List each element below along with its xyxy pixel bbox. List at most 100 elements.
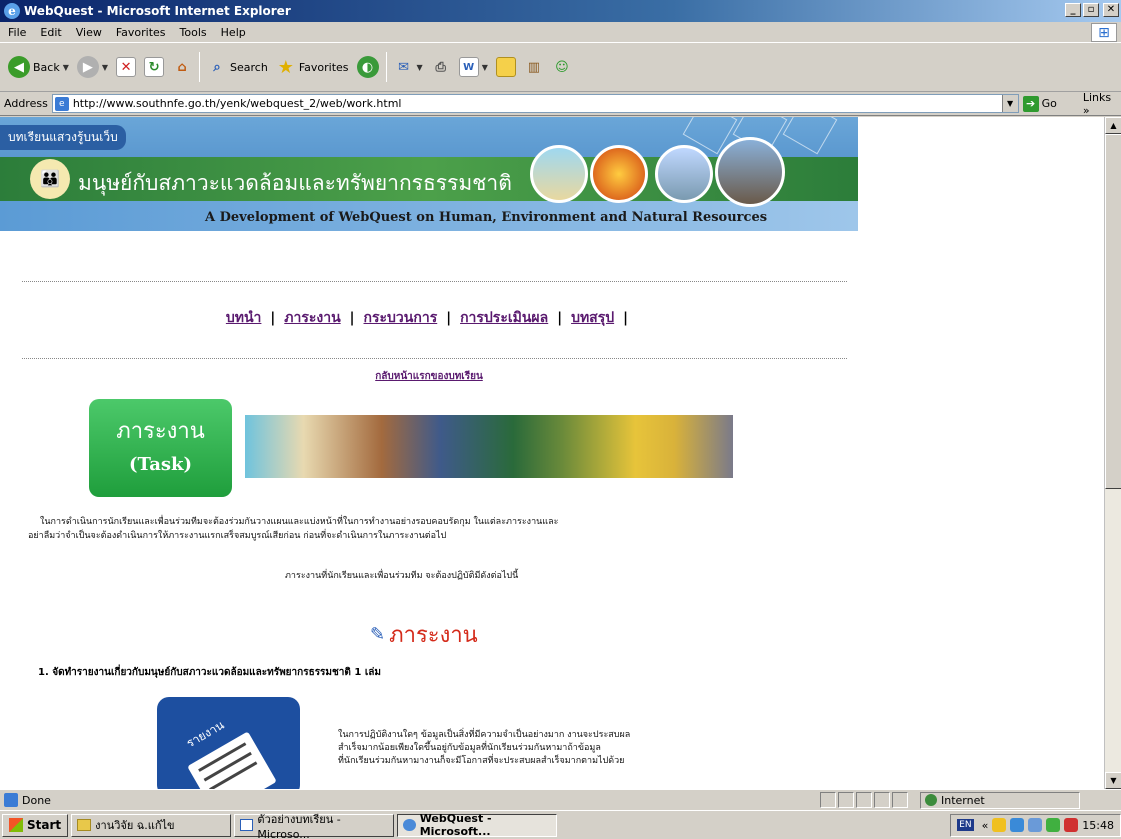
chevron-down-icon[interactable]: ▼ <box>102 63 108 72</box>
go-button[interactable]: ➔ Go <box>1022 95 1057 112</box>
folder-button[interactable] <box>492 49 520 85</box>
folder-icon <box>495 57 516 77</box>
window-title-bar[interactable]: e WebQuest - Microsoft Internet Explorer… <box>0 0 1121 22</box>
close-button[interactable]: ✕ <box>1103 3 1119 17</box>
clock: 15:48 <box>1082 818 1114 832</box>
vertical-scrollbar[interactable]: ▲ ▼ <box>1104 117 1121 789</box>
address-url: http://www.southnfe.go.th/yenk/webquest_… <box>72 97 402 110</box>
taskbar-item-label: WebQuest - Microsoft... <box>419 812 492 838</box>
security-shield-icon[interactable] <box>992 818 1007 832</box>
folder-icon <box>77 819 92 831</box>
favorites-label: Favorites <box>298 60 349 74</box>
mail-button[interactable]: ✉ ▼ <box>390 49 427 85</box>
messenger-icon[interactable] <box>1046 818 1061 832</box>
start-label: Start <box>27 818 62 832</box>
address-input[interactable]: e http://www.southnfe.go.th/yenk/webques… <box>51 94 1019 113</box>
bird-photo-circle <box>655 145 713 203</box>
security-zone: Internet <box>920 791 1080 809</box>
taskbar-item-webquest[interactable]: WebQuest - Microsoft... <box>397 812 558 838</box>
messenger-icon: ☺ <box>555 59 569 75</box>
status-cell <box>892 792 908 808</box>
nav-task-link[interactable]: ภาระงาน <box>284 310 340 326</box>
taskbar-item-word-document[interactable]: ตัวอย่างบทเรียน - Microso... <box>234 813 395 839</box>
toolbar-separator <box>385 52 387 82</box>
task-heading: ✎ ภาระงาน <box>370 617 478 652</box>
display-icon[interactable] <box>1028 818 1043 832</box>
dotted-divider <box>22 358 847 359</box>
taskbar-item-research-folder[interactable]: งานวิจัย ฉ.แก้ไข <box>71 813 232 837</box>
antivirus-icon[interactable] <box>1064 818 1079 832</box>
chevron-down-icon[interactable]: ▼ <box>417 63 423 72</box>
messenger-button[interactable]: ☺ <box>548 49 576 85</box>
start-button[interactable]: Start <box>2 813 69 837</box>
window-title: WebQuest - Microsoft Internet Explorer <box>24 4 291 18</box>
nav-separator: | <box>349 310 355 326</box>
media-icon: ◐ <box>356 56 379 78</box>
windows-flag-icon: ⊞ <box>1091 23 1117 42</box>
menu-view[interactable]: View <box>69 26 109 39</box>
minimize-button[interactable]: _ <box>1065 3 1081 17</box>
nav-process-link[interactable]: กระบวนการ <box>364 310 438 326</box>
back-arrow-icon: ◀ <box>8 56 30 78</box>
task-item-1-description: ในการปฏิบัติงานใดๆ ข้อมูลเป็นสิ่งที่มีคว… <box>338 729 630 768</box>
scroll-thumb[interactable] <box>1105 134 1121 489</box>
print-button[interactable]: ⎙ <box>427 49 455 85</box>
stop-button[interactable]: ✕ <box>112 49 140 85</box>
favorites-button[interactable]: ★ Favorites <box>272 49 353 85</box>
pencil-icon: ✎ <box>370 624 386 645</box>
refresh-icon: ↻ <box>144 57 165 77</box>
zone-label: Internet <box>941 793 985 807</box>
beach-photo-circle <box>530 145 588 203</box>
menu-tools[interactable]: Tools <box>173 26 214 39</box>
system-tray: EN « 15:48 <box>950 813 1121 837</box>
network-icon[interactable] <box>1010 818 1025 832</box>
menu-help[interactable]: Help <box>214 26 253 39</box>
status-cell <box>820 792 836 808</box>
links-button[interactable]: Links » <box>1083 91 1121 117</box>
scroll-up-button[interactable]: ▲ <box>1105 117 1121 134</box>
search-button[interactable]: ⌕ Search <box>203 49 272 85</box>
nav-conclusion-link[interactable]: บทสรุป <box>571 310 614 326</box>
menu-file[interactable]: File <box>0 26 33 39</box>
taskbar-item-label: ตัวอย่างบทเรียน - Microso... <box>257 812 341 839</box>
stop-icon: ✕ <box>116 57 137 77</box>
internet-globe-icon <box>925 794 937 806</box>
menu-edit[interactable]: Edit <box>33 26 68 39</box>
forward-button[interactable]: ▶ ▼ <box>73 49 112 85</box>
back-to-home-link[interactable]: กลับหน้าแรกของบทเรียน <box>0 369 858 384</box>
window-controls: _ ▫ ✕ <box>1065 3 1119 17</box>
chevron-down-icon[interactable]: ▼ <box>1001 95 1018 112</box>
search-icon: ⌕ <box>213 59 221 75</box>
media-button[interactable]: ◐ <box>353 49 383 85</box>
address-bar: Address e http://www.southnfe.go.th/yenk… <box>0 91 1121 117</box>
language-indicator[interactable]: EN <box>957 819 974 831</box>
nav-separator: | <box>446 310 452 326</box>
refresh-button[interactable]: ↻ <box>140 49 168 85</box>
chevron-down-icon[interactable]: ▼ <box>63 63 69 72</box>
nav-introduction-link[interactable]: บทนำ <box>226 310 262 326</box>
nature-photo-strip <box>245 415 733 478</box>
edit-button[interactable]: W ▼ <box>455 49 492 85</box>
description-line3: ที่นักเรียนร่วมกันหามางานก็จะมีโอกาสที่จ… <box>338 756 625 766</box>
page-done-icon <box>4 793 18 807</box>
taskbar-item-label: งานวิจัย ฉ.แก้ไข <box>95 819 175 832</box>
tray-expand-icon[interactable]: « <box>982 819 989 832</box>
mail-icon: ✉ <box>398 59 409 75</box>
page-viewport[interactable]: บทเรียนแสวงรู้บนเว็บ 👪 มนุษย์กับสภาวะแวด… <box>0 117 1104 789</box>
menu-bar: File Edit View Favorites Tools Help ⊞ <box>0 22 1121 43</box>
task-title-box: ภาระงาน (Task) <box>89 399 232 497</box>
nav-evaluation-link[interactable]: การประเมินผล <box>460 310 548 326</box>
sunset-photo-circle <box>590 145 648 203</box>
scroll-down-button[interactable]: ▼ <box>1105 772 1121 789</box>
restore-button[interactable]: ▫ <box>1083 3 1099 17</box>
page-icon: e <box>54 96 69 111</box>
status-cell <box>856 792 872 808</box>
hexagon-decoration <box>782 117 838 155</box>
back-button[interactable]: ◀ Back ▼ <box>4 49 73 85</box>
menu-favorites[interactable]: Favorites <box>109 26 173 39</box>
research-button[interactable]: ▥ <box>520 49 548 85</box>
chevron-down-icon[interactable]: ▼ <box>482 63 488 72</box>
task-title-english: (Task) <box>129 454 192 475</box>
word-icon: W <box>458 57 479 77</box>
home-button[interactable]: ⌂ <box>168 49 196 85</box>
